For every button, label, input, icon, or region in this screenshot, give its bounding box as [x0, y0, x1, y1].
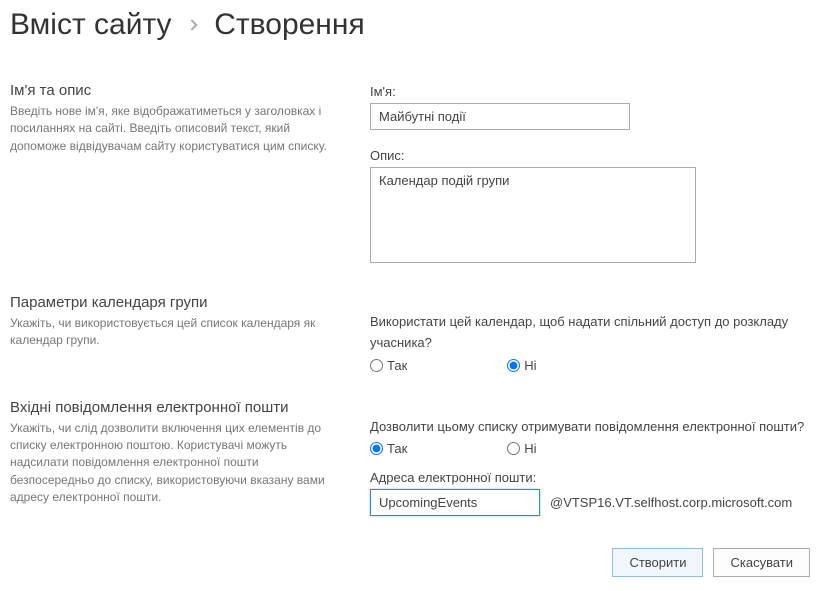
email-address-input[interactable] [370, 489, 540, 516]
name-label: Ім'я: [370, 84, 810, 99]
radio-input-yes[interactable] [370, 359, 383, 372]
email-address-label: Адреса електронної пошти: [370, 470, 810, 485]
breadcrumb-current: Створення [214, 8, 364, 41]
radio-input-no[interactable] [507, 359, 520, 372]
name-section-title: Ім'я та опис [10, 82, 340, 99]
create-button[interactable]: Створити [612, 548, 703, 577]
email-title: Вхідні повідомлення електронної пошти [10, 399, 340, 416]
chevron-right-icon [186, 19, 197, 30]
email-suffix: @VTSP16.VT.selfhost.corp.microsoft.com [550, 495, 792, 510]
desc-label: Опис: [370, 148, 810, 163]
cancel-button[interactable]: Скасувати [713, 548, 810, 577]
name-section-desc: Введіть нове ім'я, яке відображатиметься… [10, 103, 340, 155]
breadcrumb-parent[interactable]: Вміст сайту [10, 8, 172, 41]
group-cal-desc: Укажіть, чи використовується цей список … [10, 315, 340, 350]
radio-label-yes: Так [387, 358, 407, 373]
desc-textarea[interactable]: Календар подій групи [370, 167, 696, 263]
group-cal-question: Використати цей календар, щоб надати спі… [370, 312, 810, 354]
radio-input-email-yes[interactable] [370, 442, 383, 455]
radio-input-email-no[interactable] [507, 442, 520, 455]
email-desc: Укажіть, чи слід дозволити включення цих… [10, 420, 340, 507]
email-question: Дозволити цьому списку отримувати повідо… [370, 417, 810, 438]
section-email: Вхідні повідомлення електронної пошти Ук… [10, 399, 810, 517]
radio-label-no: Ні [524, 358, 536, 373]
group-cal-title: Параметри календаря групи [10, 294, 340, 311]
radio-label-email-no: Ні [524, 441, 536, 456]
button-row: Створити Скасувати [10, 548, 810, 577]
name-input[interactable] [370, 103, 630, 130]
radio-label-email-yes: Так [387, 441, 407, 456]
group-cal-radio-no[interactable]: Ні [507, 358, 536, 373]
email-radio-yes[interactable]: Так [370, 441, 407, 456]
breadcrumb: Вміст сайту Створення [10, 8, 810, 42]
section-name-desc: Ім'я та опис Введіть нове ім'я, яке відо… [10, 82, 810, 268]
section-group-calendar: Параметри календаря групи Укажіть, чи ви… [10, 294, 810, 373]
email-radio-no[interactable]: Ні [507, 441, 536, 456]
group-cal-radio-yes[interactable]: Так [370, 358, 407, 373]
